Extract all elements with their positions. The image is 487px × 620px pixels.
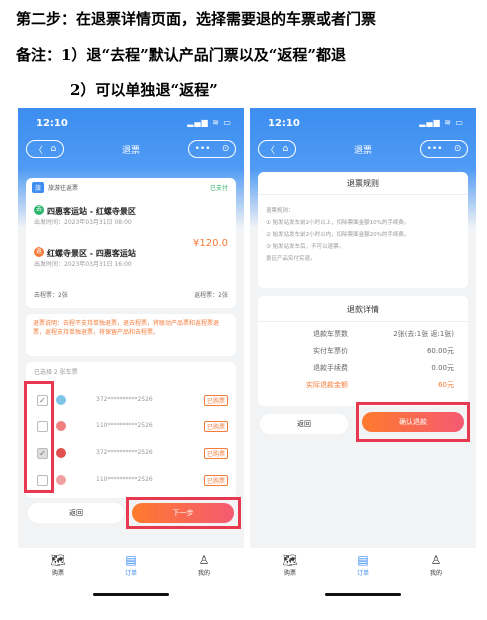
ticket-status: 已购票 (203, 448, 228, 459)
ticket-status: 已购票 (203, 421, 228, 432)
tab-profile[interactable]: ♙ 我的 (416, 552, 456, 577)
rules-title: 退票规则 (347, 179, 379, 188)
status-icons: ▂▄▆ ≋ ▭ (419, 118, 464, 127)
back-button[interactable]: 返回 (260, 414, 348, 434)
status-time: 12:10 (36, 118, 68, 129)
selected-count: 已选择 2 张车票 (34, 369, 78, 376)
back-button[interactable]: 返回 (28, 503, 124, 523)
orders-icon: ▤ (357, 553, 369, 567)
tab-orders[interactable]: ▤ 订单 (111, 552, 151, 577)
instruction-line-2: 备注：1）退“去程”默认产品门票以及“返程”都退 (16, 46, 346, 64)
refund-notice-card: 退票说明：去程不支持单独退票，退去程票，将联动产品票和返程票退票，返程支持单独退… (26, 314, 236, 356)
right-phone-screen: 12:10 ▂▄▆ ≋ ▭ 〈 ⌂ 退票 ••• ⊙ 退票规则 退票规则： ① … (250, 108, 476, 604)
next-step-button[interactable]: 下一步 (132, 503, 234, 523)
instruction-line-3: 2）可以单独退“返程” (70, 81, 218, 99)
tab-label: 订单 (356, 570, 369, 577)
detail-label: 退款手续费 (313, 364, 348, 372)
tab-label: 我的 (197, 570, 210, 577)
order-status: 已支付 (209, 185, 228, 192)
tab-buy-ticket[interactable]: 🗺 购票 (38, 552, 78, 577)
home-indicator (325, 593, 401, 596)
tab-bar: 🗺 购票 ▤ 订单 ♙ 我的 (250, 548, 476, 604)
tab-profile[interactable]: ♙ 我的 (184, 552, 224, 577)
checkbox-highlight-box (24, 381, 54, 493)
return-route: 红螺寺景区 - 四惠客运站 (47, 249, 136, 258)
refund-notice-text: 退票说明：去程不支持单独退票，退去程票，将联动产品票和返程票退票，返程支持单独退… (33, 320, 220, 336)
avatar (56, 421, 66, 431)
rule-line: 景区产品实付实退。 (266, 256, 316, 262)
order-title: 旅游往返票 (48, 185, 79, 192)
avatar (56, 475, 66, 485)
detail-label: 实付车票价 (313, 347, 348, 355)
ticket-status: 已购票 (203, 395, 228, 406)
return-time: 出发时间：2023年03月31日 16:00 (34, 261, 132, 268)
header: 12:10 ▂▄▆ ≋ ▭ 〈 ⌂ 退票 ••• ⊙ (250, 108, 476, 168)
detail-value: 60.00元 (426, 347, 454, 355)
tab-bar: 🗺 购票 ▤ 订单 ♙ 我的 (18, 548, 244, 604)
instruction-line-1: 第二步：在退票详情页面，选择需要退的车票或者门票 (16, 10, 377, 28)
tab-label: 购票 (51, 570, 64, 577)
rule-line: 退票规则： (266, 208, 294, 214)
tab-label: 订单 (124, 570, 137, 577)
return-count: 返程票：2张 (194, 292, 228, 299)
divider (258, 321, 468, 322)
outbound-route: 四惠客运站 - 红螺寺景区 (47, 207, 136, 216)
profile-icon: ♙ (198, 553, 210, 567)
rule-line: ② 始发站发车前2小时以内，扣除票面金额20%的手续费。 (266, 232, 410, 238)
rule-line: ③ 始发站发车后，不可以退票。 (266, 244, 345, 250)
close-target-icon[interactable]: ⊙ (454, 144, 462, 154)
detail-title: 退款详情 (347, 305, 379, 314)
rule-line: ① 始发站发车前2小时以上，扣除票面金额10%的手续费。 (266, 220, 410, 226)
tab-label: 我的 (429, 570, 442, 577)
map-icon: 🗺 (282, 553, 298, 567)
tab-buy-ticket[interactable]: 🗺 购票 (270, 552, 310, 577)
confirm-refund-button[interactable]: 确认退款 (362, 412, 464, 432)
outbound-count: 去程票：2张 (34, 292, 68, 299)
nav-capsule-right: ••• ⊙ (420, 140, 468, 158)
orders-icon: ▤ (125, 553, 137, 567)
profile-icon: ♙ (430, 553, 442, 567)
more-icon[interactable]: ••• (427, 144, 443, 154)
detail-value: 0.00元 (431, 364, 454, 372)
detail-label: 退款车票数 (313, 330, 348, 338)
ticket-id: 372**********2526 (96, 449, 153, 456)
refund-detail-card: 退款详情 退款车票数 2张(去:1张 返:1张) 实付车票价 60.00元 退款… (258, 296, 468, 406)
nav-capsule-right: ••• ⊙ (188, 140, 236, 158)
ticket-status: 已购票 (203, 475, 228, 486)
return-badge: 返 (34, 246, 44, 257)
divider (258, 194, 468, 195)
order-price: ¥120.0 (193, 238, 228, 249)
refund-rules-card: 退票规则 退票规则： ① 始发站发车前2小时以上，扣除票面金额10%的手续费。 … (258, 172, 468, 288)
outbound-badge: 去 (34, 204, 44, 215)
ticket-id: 110**********2526 (96, 422, 153, 429)
ticket-id: 372**********2526 (96, 396, 153, 403)
order-card: 旅 旅游往返票 已支付 去四惠客运站 - 红螺寺景区 出发时间：2023年03月… (26, 178, 236, 308)
detail-value: 2张(去:1张 返:1张) (393, 330, 454, 338)
map-icon: 🗺 (50, 553, 66, 567)
tab-orders[interactable]: ▤ 订单 (343, 552, 383, 577)
tour-tag: 旅 (32, 182, 45, 193)
avatar (56, 448, 66, 458)
left-phone-screen: 12:10 ▂▄▆ ≋ ▭ 〈 ⌂ 退票 ••• ⊙ 旅 旅游往返票 已支付 去… (18, 108, 244, 604)
avatar (56, 395, 66, 405)
status-time: 12:10 (268, 118, 300, 129)
close-target-icon[interactable]: ⊙ (222, 144, 230, 154)
home-indicator (93, 593, 169, 596)
detail-label: 实际退款金额 (306, 381, 348, 389)
ticket-list-card: 已选择 2 张车票 ✓ 372**********2526 已购票 110***… (26, 362, 236, 498)
outbound-time: 出发时间：2023年03月31日 08:00 (34, 219, 132, 226)
tab-label: 购票 (283, 570, 296, 577)
status-icons: ▂▄▆ ≋ ▭ (187, 118, 232, 127)
more-icon[interactable]: ••• (195, 144, 211, 154)
ticket-id: 110**********2526 (96, 476, 153, 483)
detail-value: 60元 (438, 381, 454, 389)
header: 12:10 ▂▄▆ ≋ ▭ 〈 ⌂ 退票 ••• ⊙ (18, 108, 244, 168)
